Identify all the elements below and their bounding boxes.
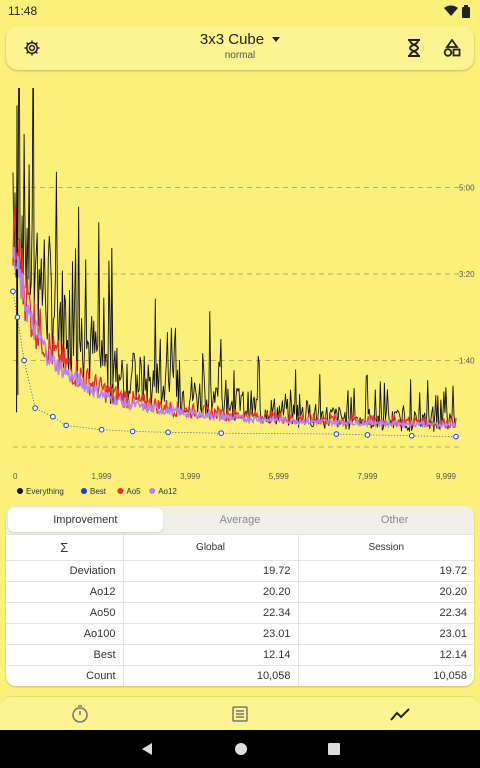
global-value: 19.72 [123,560,299,582]
best-point [50,413,56,420]
session-value: 12.14 [298,644,474,666]
series-everything-spike [109,248,114,404]
battery-icon [462,4,470,18]
stats-header-row: Σ Global Session [6,534,474,561]
chart-icon [390,707,410,721]
best-point [32,405,38,411]
legend-label: Best [90,487,107,496]
system-navigation [0,730,480,768]
y-tick-label: 5:00 [459,184,475,193]
status-icons [444,4,470,18]
tab-improvement[interactable]: Improvement [8,508,163,532]
table-row: Best 12.14 12.14 [6,644,474,666]
x-tick-label: 0 [13,472,18,481]
x-tick-label: 5,999 [269,472,290,481]
global-value: 22.34 [123,602,299,624]
recents-icon[interactable] [328,743,340,755]
row-label: Deviation [6,560,124,582]
tab-other[interactable]: Other [317,508,472,532]
status-bar: 11:48 [0,0,480,22]
table-row: Count 10,058 10,058 [6,665,474,686]
scramble-shapes-button[interactable] [440,36,464,60]
puzzle-title: 3x3 Cube [199,31,265,48]
sigma-header: Σ [6,534,124,561]
session-header: Session [298,534,474,561]
best-point [408,432,415,439]
home-icon[interactable] [234,742,248,756]
solve-history-chart[interactable]: 1:40 3:20 5:00 0 1,999 3,999 5,999 7,999 9,999 Ev… [0,88,480,503]
legend-swatch [17,488,23,494]
table-row: Deviation 19.72 19.72 [6,560,474,582]
row-label: Ao100 [6,623,124,645]
best-point [14,314,21,321]
best-point [129,428,136,435]
best-point [63,422,69,429]
session-value: 10,058 [298,665,474,686]
x-tick-label: 9,999 [436,472,457,481]
global-value: 20.20 [123,581,299,603]
global-value: 10,058 [123,665,299,686]
table-row: Ao12 20.20 20.20 [6,581,474,603]
row-label: Ao50 [6,602,124,624]
nav-timer[interactable] [60,699,100,729]
nav-statistics[interactable] [380,699,420,729]
row-label: Best [6,644,124,666]
inspection-button[interactable] [402,36,426,60]
puzzle-dropdown[interactable]: 3x3 Cube [199,31,281,48]
shapes-icon [443,39,461,57]
best-point [21,357,27,364]
global-value: 12.14 [123,644,299,666]
best-point [453,433,459,440]
session-value: 23.01 [298,623,474,645]
best-point [165,429,171,436]
statistics-card: Improvement Average Other Σ Global Sessi… [6,506,474,686]
best-point [364,432,371,438]
legend-label: Ao12 [158,487,177,496]
best-point [10,288,16,295]
wifi-icon [444,5,458,16]
table-row: Ao100 23.01 23.01 [6,623,474,645]
table-row: Ao50 22.34 22.34 [6,602,474,624]
gear-icon [24,40,40,56]
session-value: 20.20 [298,581,474,603]
best-point [218,430,225,436]
status-time: 11:48 [8,4,38,18]
best-point [98,426,105,433]
x-tick-label: 1,999 [92,472,113,481]
legend-swatch [149,488,156,494]
x-tick-label: 7,999 [357,472,378,481]
global-header: Global [123,534,299,561]
timer-icon [72,704,88,723]
category-subtitle: normal [224,50,256,61]
settings-button[interactable] [20,36,44,60]
bottom-navigation [0,696,480,730]
app-bar-actions [402,36,464,60]
legend-swatch [81,488,87,494]
row-label: Ao12 [6,581,124,603]
list-icon [232,705,248,722]
legend-label: Ao5 [126,487,141,496]
session-value: 19.72 [298,560,474,582]
y-tick-label: 3:20 [459,270,475,279]
chevron-down-icon [272,37,281,42]
y-tick-label: 1:40 [459,357,475,366]
stats-tabs: Improvement Average Other [6,506,474,534]
session-value: 22.34 [298,602,474,624]
x-tick-label: 3,999 [180,472,201,481]
tab-average[interactable]: Average [163,508,318,532]
stats-table: Σ Global Session Deviation 19.72 19.72 A… [6,534,474,686]
hourglass-icon [408,39,420,57]
global-value: 23.01 [123,623,299,645]
best-point [333,431,340,437]
nav-solves-list[interactable] [220,699,260,729]
legend-label: Everything [26,487,64,496]
row-label: Count [6,665,124,686]
back-icon[interactable] [140,742,154,756]
legend-swatch [117,488,124,494]
app-bar: 3x3 Cube normal [6,26,474,70]
